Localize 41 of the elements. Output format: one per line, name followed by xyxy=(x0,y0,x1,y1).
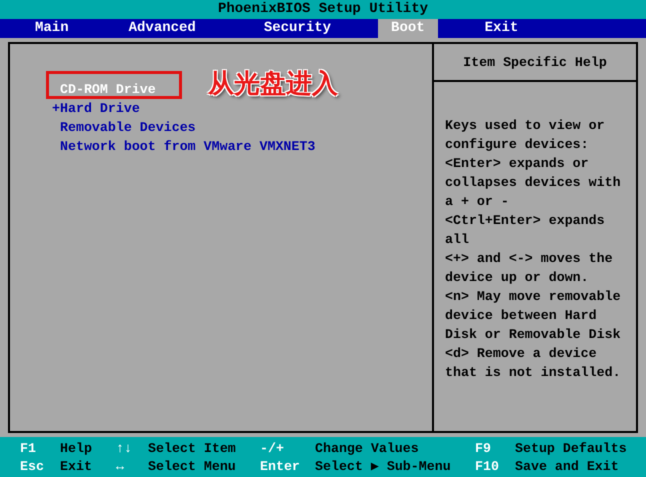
key-action: Select Item xyxy=(148,440,236,458)
key-label: F1 xyxy=(20,440,36,458)
help-text-line: that is not installed. xyxy=(445,364,622,382)
help-title: Item Specific Help xyxy=(463,54,607,70)
key-action: Save and Exit xyxy=(515,458,619,476)
key-action: Select ▶ Sub-Menu xyxy=(315,458,451,476)
help-text-line: <n> May move removable xyxy=(445,288,622,306)
help-text-line: all xyxy=(445,231,470,249)
boot-device-item[interactable]: Network boot from VMware VMXNET3 xyxy=(60,137,316,156)
key-action: Select Menu xyxy=(148,458,236,476)
help-text-line: collapses devices with xyxy=(445,174,622,192)
key-label: -/+ xyxy=(260,440,284,458)
key-action: Change Values xyxy=(315,440,419,458)
menu-tab[interactable]: Main xyxy=(22,19,82,38)
key-label: ↑↓ xyxy=(116,440,132,458)
key-label: Enter xyxy=(260,458,300,476)
menu-tab[interactable]: Security xyxy=(250,19,344,38)
key-label: ↔ xyxy=(116,458,124,476)
help-text-line: <Ctrl+Enter> expands xyxy=(445,212,606,230)
help-text-line: configure devices: xyxy=(445,136,590,154)
key-label: F9 xyxy=(475,440,491,458)
help-text-line: Keys used to view or xyxy=(445,117,606,135)
key-action: Help xyxy=(60,440,92,458)
key-action: Setup Defaults xyxy=(515,440,627,458)
help-text-line: <Enter> expands or xyxy=(445,155,590,173)
menu-tab[interactable]: Exit xyxy=(472,19,532,38)
key-label: F10 xyxy=(475,458,499,476)
help-text-line: device up or down. xyxy=(445,269,590,287)
window-title: PhoenixBIOS Setup Utility xyxy=(218,1,428,17)
help-text-line: device between Hard xyxy=(445,307,598,325)
boot-device-item[interactable]: Hard Drive xyxy=(60,99,140,118)
help-text-line: Disk or Removable Disk xyxy=(445,326,622,344)
boot-device-item[interactable]: Removable Devices xyxy=(60,118,196,137)
key-label: Esc xyxy=(20,458,44,476)
help-text-line: <d> Remove a device xyxy=(445,345,598,363)
key-action: Exit xyxy=(60,458,92,476)
annotation-text: 从光盘进入 xyxy=(208,68,338,101)
help-text-line: a + or - xyxy=(445,193,510,211)
menu-tab[interactable]: Advanced xyxy=(116,19,209,38)
help-text-line: <+> and <-> moves the xyxy=(445,250,614,268)
expand-marker: + xyxy=(52,101,60,116)
